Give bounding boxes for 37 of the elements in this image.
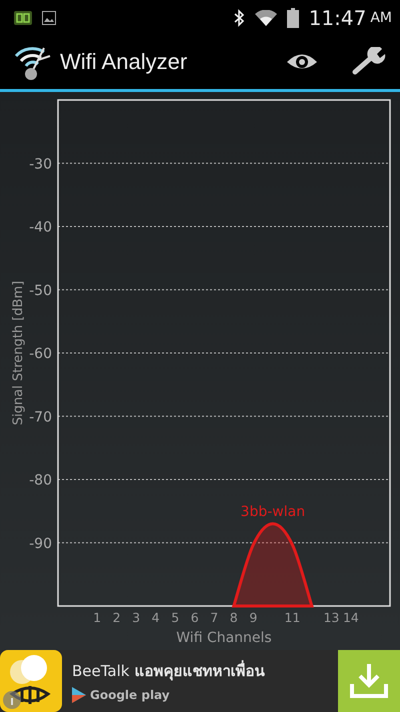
y-tick-label: -90 xyxy=(29,536,52,552)
x-tick-label: 3 xyxy=(132,610,140,625)
clock-meridiem: AM xyxy=(370,10,392,26)
x-tick-label: 2 xyxy=(112,610,121,625)
y-tick-label: -70 xyxy=(29,409,52,426)
store-label: Google play xyxy=(90,688,170,702)
y-tick-label: -80 xyxy=(29,472,52,488)
settings-icon[interactable] xyxy=(352,47,386,77)
battery-icon xyxy=(286,8,299,28)
bluetooth-icon xyxy=(232,8,245,26)
x-tick-label: 13 xyxy=(323,610,340,625)
y-tick-label: -50 xyxy=(29,282,52,299)
y-tick-label: -60 xyxy=(29,346,52,362)
x-tick-label: 4 xyxy=(152,610,160,625)
play-icon xyxy=(72,687,86,703)
x-tick-label: 9 xyxy=(249,610,258,625)
x-axis-title: Wifi Channels xyxy=(176,630,272,646)
download-icon xyxy=(349,662,389,700)
x-tick-label: 1 xyxy=(93,610,102,625)
ad-title[interactable]: BeeTalk แอพคุยแชทหาเพื่อน xyxy=(72,659,338,683)
network-label: 3bb-wlan xyxy=(240,504,306,520)
app-title: Wifi Analyzer xyxy=(60,49,188,75)
x-tick-label: 7 xyxy=(210,610,218,625)
y-tick-label: -30 xyxy=(29,156,52,172)
clock-time: 11:47 xyxy=(308,6,366,30)
image-icon xyxy=(42,10,56,24)
x-tick-label: 6 xyxy=(190,610,199,625)
y-tick-label: -40 xyxy=(29,220,52,236)
y-axis-title: Signal Strength [dBm] xyxy=(11,280,26,426)
x-tick-label: 5 xyxy=(171,610,180,625)
x-tick-label: 8 xyxy=(230,610,238,625)
x-tick-label: 11 xyxy=(284,610,300,625)
x-tick-label: 14 xyxy=(343,610,359,625)
notification-icon xyxy=(14,10,32,24)
info-icon[interactable] xyxy=(2,690,22,710)
wifi-icon xyxy=(254,10,277,26)
app-icon[interactable] xyxy=(0,650,62,712)
